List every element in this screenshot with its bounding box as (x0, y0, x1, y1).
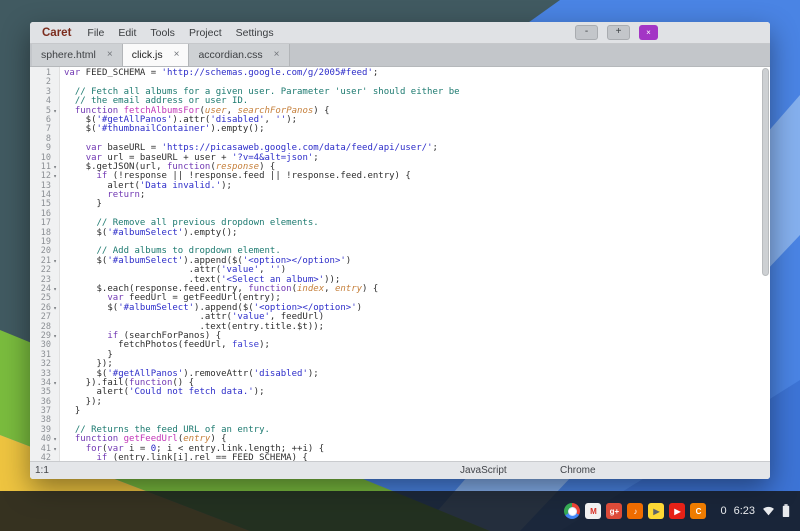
minimize-button[interactable]: - (575, 25, 598, 40)
tab-close-icon[interactable]: × (174, 50, 180, 60)
gutter-line: 6 (30, 115, 59, 125)
code-line[interactable]: } (64, 406, 770, 416)
fold-icon[interactable]: ▾ (51, 332, 59, 341)
gutter-line: 7 (30, 124, 59, 134)
gutter-line: 4 (30, 96, 59, 106)
code-line[interactable]: } (64, 350, 770, 360)
caret-icon[interactable]: C (690, 503, 707, 519)
caret-window: Caret File Edit Tools Project Settings -… (30, 22, 770, 479)
gutter-line: 8 (30, 134, 59, 144)
scrollbar[interactable] (762, 68, 769, 460)
clock: 6:23 (733, 505, 755, 517)
gplus-icon[interactable]: g+ (606, 503, 623, 519)
fold-icon[interactable]: ▾ (51, 304, 59, 313)
window-controls: - + × (575, 25, 658, 40)
scrollbar-thumb[interactable] (762, 68, 769, 276)
tab-click-js[interactable]: click.js × (122, 44, 190, 66)
tab-bar: sphere.html × click.js × accordian.css × (30, 44, 770, 67)
code-line[interactable]: } (64, 200, 770, 209)
fold-icon[interactable]: ▾ (51, 172, 59, 181)
code-line[interactable]: $('#thumbnailContainer').empty(); (64, 125, 770, 134)
tab-close-icon[interactable]: × (107, 50, 113, 60)
titlebar[interactable]: Caret File Edit Tools Project Settings -… (30, 22, 770, 44)
gutter: 1 2 3 4 5 ▾ 6 7 8 9 10 11 ▾ 12 ▾ 13 14 15 16 17 18 19 20 21 ▾ 22 2… (30, 67, 60, 461)
code-editor[interactable]: 1 2 3 4 5 ▾ 6 7 8 9 10 11 ▾ 12 ▾ 13 14 15 16 17 18 19 20 21 ▾ 22 2… (30, 67, 770, 461)
status-bar: 1:1 JavaScript Chrome (30, 461, 770, 479)
menu-file[interactable]: File (87, 27, 104, 39)
code-line[interactable]: }); (64, 397, 770, 407)
fold-icon[interactable]: ▾ (51, 445, 59, 454)
code-line[interactable]: alert('Could not fetch data.'); (64, 388, 770, 397)
shelf-apps: Mg+ ♪ ▶ ▶ C (564, 503, 707, 519)
line-number: 42 (40, 453, 51, 461)
code-line[interactable]: return; (64, 190, 770, 200)
youtube-icon[interactable]: ▶ (669, 503, 686, 519)
cursor-position: 1:1 (35, 465, 49, 476)
fold-icon[interactable]: ▾ (51, 163, 59, 172)
gutter-line: 1 (30, 68, 59, 78)
gutter-line: 3 (30, 87, 59, 97)
tab-accordian-css[interactable]: accordian.css × (189, 44, 290, 66)
gutter-line: 2 (30, 77, 59, 87)
menu-edit[interactable]: Edit (118, 27, 136, 39)
tab-label: click.js (131, 49, 163, 61)
code-line[interactable]: if (entry.link[i].rel == FEED_SCHEMA) { (64, 453, 770, 461)
code-line[interactable]: $('#albumSelect').empty(); (64, 228, 770, 238)
tab-label: accordian.css (198, 49, 263, 61)
menu-project[interactable]: Project (189, 27, 222, 39)
tab-close-icon[interactable]: × (274, 50, 280, 60)
tab-label: sphere.html (41, 49, 96, 61)
maximize-button[interactable]: + (607, 25, 630, 40)
close-button[interactable]: × (639, 25, 658, 40)
notification-count: 0 (720, 505, 727, 517)
shelf: Mg+ ♪ ▶ ▶ C 0 6:23 (0, 491, 800, 531)
fold-icon[interactable]: ▾ (51, 257, 59, 266)
app-title: Caret (42, 26, 72, 39)
play-music-icon[interactable]: ♪ (627, 503, 644, 519)
fold-icon[interactable]: ▾ (51, 435, 59, 444)
system-tray[interactable]: 0 6:23 (718, 502, 792, 520)
code-line[interactable]: alert('Data invalid.'); (64, 181, 770, 191)
gutter-line: 5 ▾ (30, 106, 59, 116)
code-line[interactable]: var FEED_SCHEMA = 'http://schemas.google… (64, 68, 770, 78)
fold-icon[interactable]: ▾ (51, 285, 59, 294)
syntax-mode-button[interactable]: JavaScript (460, 465, 507, 476)
theme-button[interactable]: Chrome (560, 465, 596, 476)
battery-icon (782, 504, 790, 517)
tab-sphere-html[interactable]: sphere.html × (32, 44, 123, 66)
gmail-icon[interactable]: M (585, 503, 602, 519)
fold-icon[interactable]: ▾ (51, 379, 59, 388)
fold-icon[interactable]: ▾ (51, 107, 59, 116)
play-store-icon[interactable]: ▶ (648, 503, 665, 519)
wifi-icon (763, 506, 774, 516)
menu-tools[interactable]: Tools (150, 27, 175, 39)
code-line[interactable]: fetchPhotos(feedUrl, false); (64, 341, 770, 350)
chrome-icon[interactable] (564, 503, 581, 519)
gutter-line: 42 (30, 453, 59, 461)
code-lines[interactable]: var FEED_SCHEMA = 'http://schemas.google… (60, 67, 770, 461)
menu-settings[interactable]: Settings (236, 27, 274, 39)
